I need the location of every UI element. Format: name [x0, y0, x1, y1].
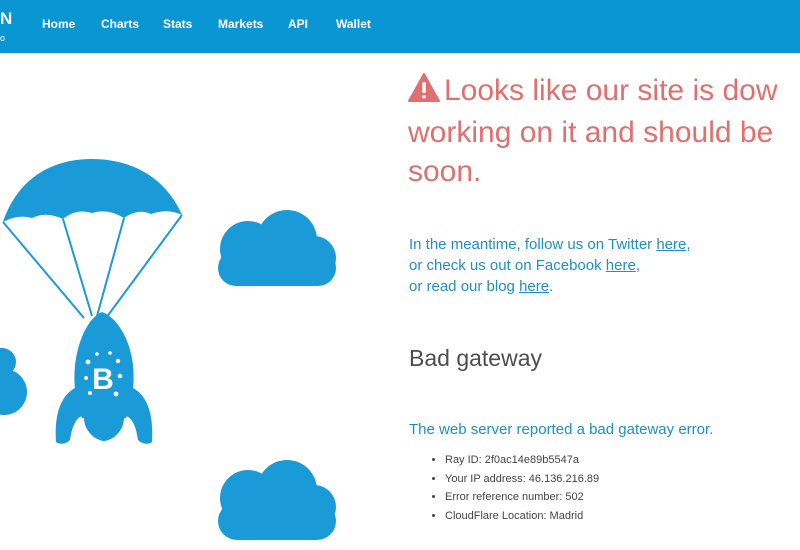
ip-address: Your IP address: 46.136.216.89: [445, 470, 599, 489]
nav-home[interactable]: Home: [42, 17, 75, 31]
error-details-list: Ray ID: 2f0ac14e89b5547a Your IP address…: [409, 451, 599, 525]
nav-wallet[interactable]: Wallet: [336, 17, 371, 31]
bitcoin-logo: B: [84, 351, 123, 397]
nav-markets[interactable]: Markets: [218, 17, 263, 31]
parachute-rocket-illustration: B: [0, 159, 336, 540]
nav-stats[interactable]: Stats: [163, 17, 192, 31]
error-reference: Error reference number: 502: [445, 488, 599, 507]
logo-subtext: o: [0, 33, 6, 43]
nav-api[interactable]: API: [288, 17, 308, 31]
headline-line-1: Looks like our site is dow: [444, 74, 778, 107]
meantime-message: In the meantime, follow us on Twitter he…: [409, 234, 691, 297]
period: .: [549, 278, 554, 295]
parachute-canopy: [3, 159, 182, 222]
twitter-link[interactable]: here: [656, 236, 686, 253]
meantime-blog-text: or read our blog: [409, 278, 520, 295]
meantime-twitter-text: In the meantime, follow us on Twitter: [409, 236, 657, 253]
nav-charts[interactable]: Charts: [101, 17, 139, 31]
error-description: The web server reported a bad gateway er…: [409, 421, 714, 438]
error-headline: Looks like our site is dow working on it…: [408, 71, 800, 191]
cloud-illustration: [218, 460, 336, 540]
logo-text: N: [0, 9, 13, 28]
facebook-link[interactable]: here: [606, 257, 636, 274]
cloud-illustration: [0, 348, 27, 415]
error-title: Bad gateway: [409, 345, 542, 371]
headline-line-2: working on it and should be: [408, 116, 774, 149]
top-navbar: N o Home Charts Stats Markets API Wallet: [0, 0, 800, 53]
warning-icon: [408, 73, 440, 113]
svg-text:B: B: [92, 363, 114, 396]
meantime-facebook-text: or check us out on Facebook: [409, 257, 606, 274]
ray-id: Ray ID: 2f0ac14e89b5547a: [445, 451, 599, 470]
comma: ,: [686, 236, 691, 253]
parachute-strings: [2, 214, 183, 319]
comma: ,: [635, 257, 640, 274]
blog-link[interactable]: here: [519, 278, 549, 295]
cloud-illustration: [218, 210, 336, 286]
cloudflare-location: CloudFlare Location: Madrid: [445, 507, 599, 526]
headline-line-3: soon.: [408, 155, 482, 188]
